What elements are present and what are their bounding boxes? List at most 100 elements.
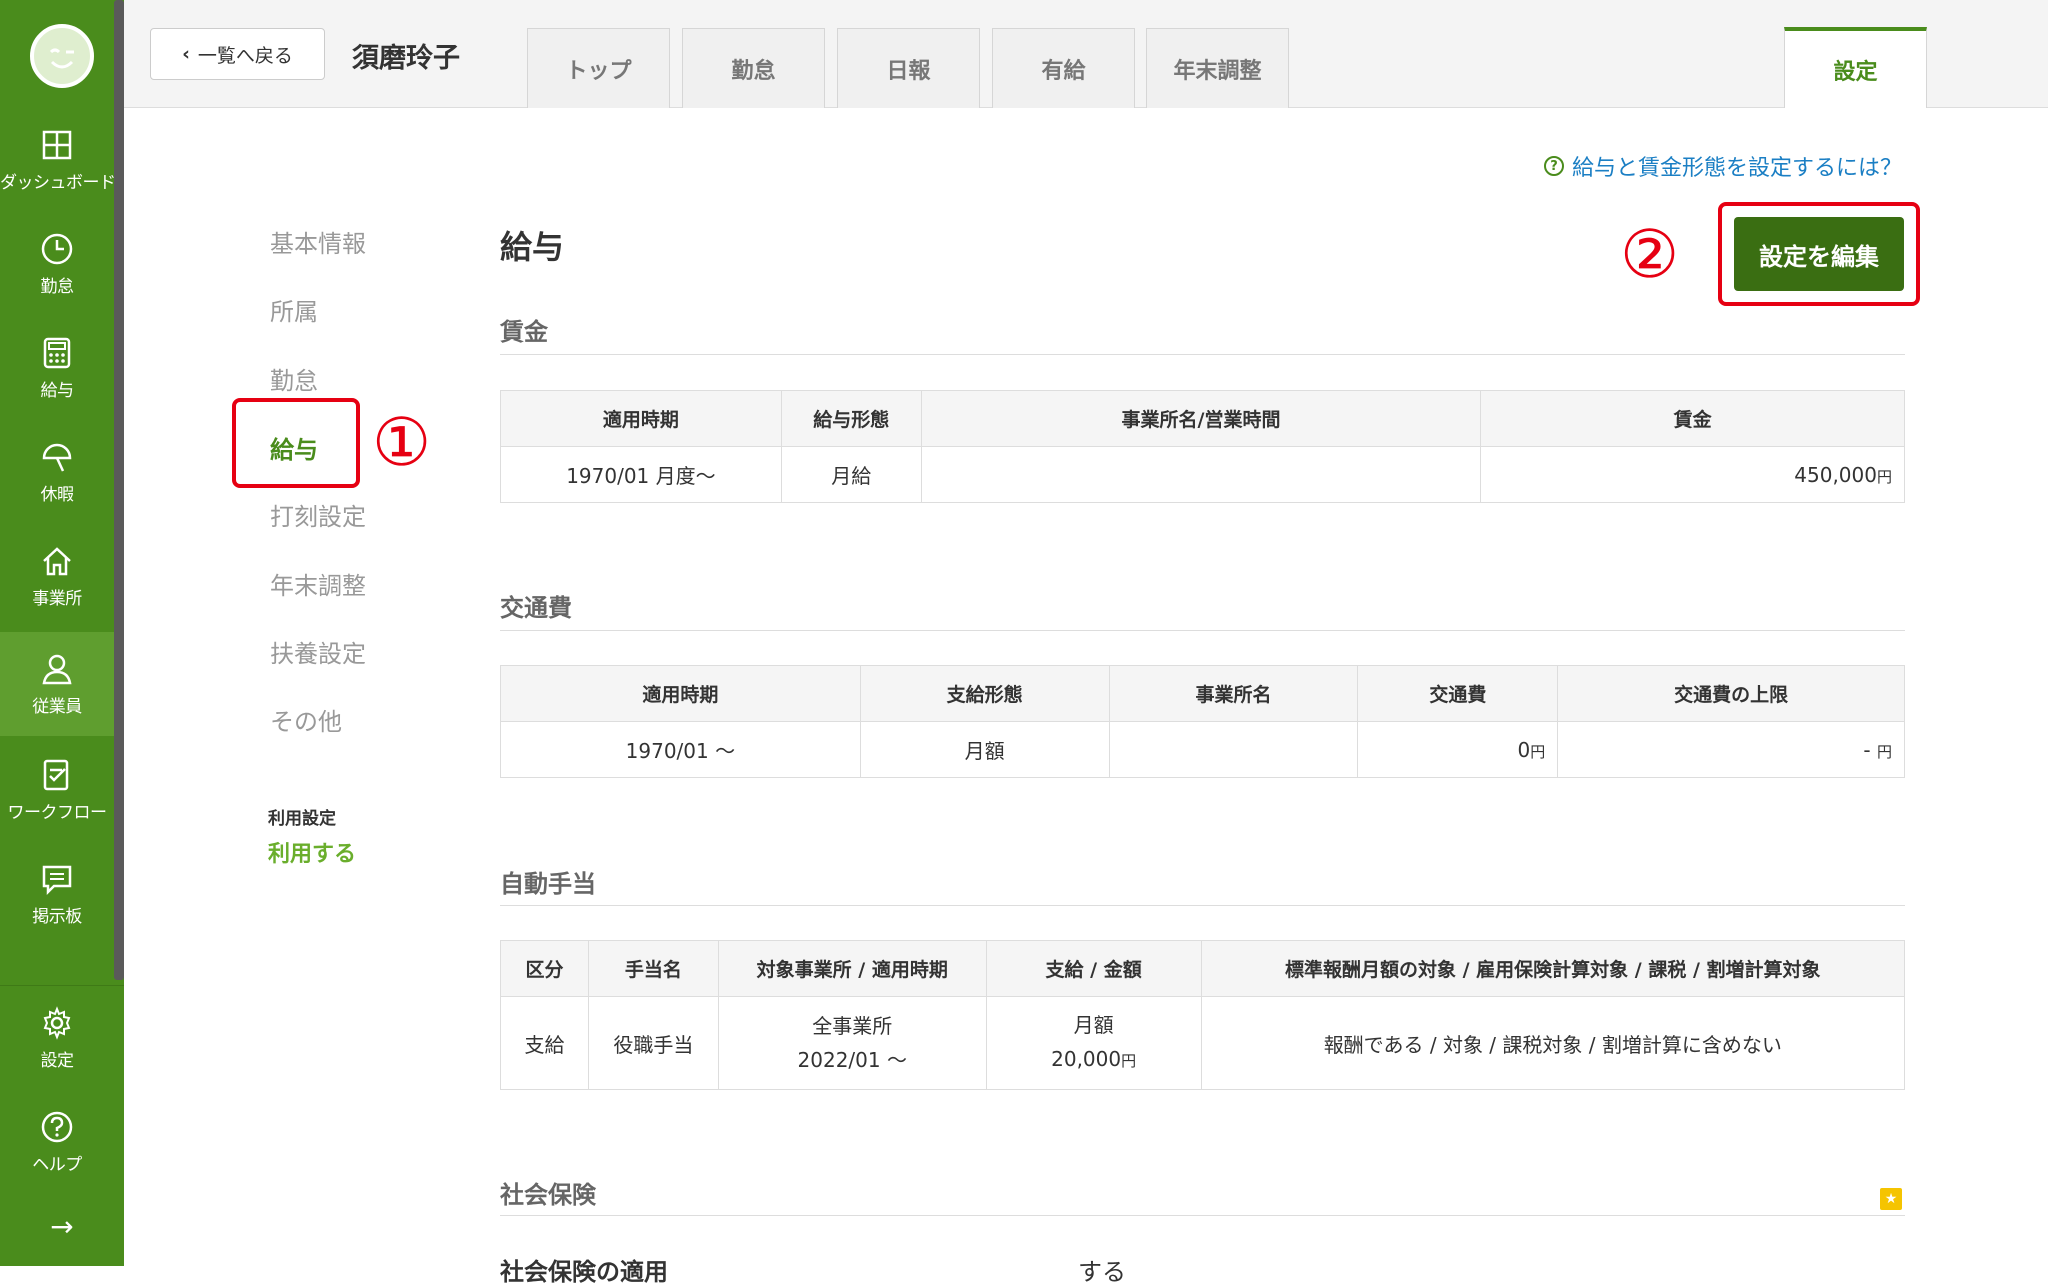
question-icon: ? (1543, 156, 1564, 176)
allowance-amount-cell: 月額 20,000円 (985, 996, 1202, 1090)
annotation-box-1 (232, 398, 360, 488)
transport-amount-cell: 0円 (1357, 721, 1559, 778)
table-row: 1970/01 〜 月額 0円 - 円 (500, 721, 1905, 778)
social-insurance-row-label: 社会保険の適用 (500, 1258, 668, 1286)
sidebar-item-label: 従業員 (32, 697, 82, 717)
sidebar-item-board[interactable]: 掲示板 (0, 862, 114, 966)
tab-paid-leave[interactable]: 有給 (992, 28, 1135, 108)
section-title-transport: 交通費 (500, 594, 572, 622)
submenu-affiliation[interactable]: 所属 (270, 292, 318, 327)
section-divider (500, 354, 1905, 355)
tab-settings[interactable]: 設定 (1784, 27, 1927, 108)
allowance-name-cell: 役職手当 (587, 996, 719, 1090)
help-link-label: 給与と賃金形態を設定するには？ (1571, 156, 1902, 181)
gear-icon (43, 1006, 71, 1040)
column-header: 適用時期 (500, 665, 861, 722)
transport-limit: - (1863, 737, 1877, 762)
sidebar-item-label: 設定 (40, 1051, 75, 1071)
table-header-row: 適用時期 支給形態 事業所名 交通費 交通費の上限 (500, 665, 1905, 722)
column-header: 交通費 (1357, 665, 1559, 722)
wage-amount-cell: 450,000円 (1480, 446, 1905, 503)
usage-setting-value: 利用する (268, 842, 357, 867)
allowance-office: 全事業所 (812, 1014, 893, 1038)
wage-period-cell: 1970/01 月度〜 (500, 446, 782, 503)
sidebar-item-dashboard[interactable]: ダッシュボード (0, 128, 116, 232)
expand-sidebar-arrow-icon[interactable]: → (0, 1210, 124, 1243)
yen-unit: 円 (1876, 467, 1892, 486)
calculator-icon (43, 337, 71, 369)
tab-daily-report[interactable]: 日報 (837, 28, 980, 108)
column-header: 支給 / 金額 (985, 940, 1202, 997)
column-header: 対象事業所 / 適用時期 (717, 940, 987, 997)
column-header: 手当名 (587, 940, 719, 997)
column-header: 事業所名/営業時間 (920, 390, 1482, 447)
transport-office-cell (1108, 721, 1359, 778)
column-header: 事業所名 (1108, 665, 1359, 722)
transport-amount: 0 (1517, 737, 1531, 762)
person-icon (42, 654, 72, 685)
star-icon: ★ (1880, 1188, 1902, 1210)
sidebar-item-label: ワークフロー (7, 803, 108, 823)
column-header: 標準報酬月額の対象 / 雇用保険計算対象 / 課税 / 割増計算対象 (1200, 940, 1906, 997)
allowance-table: 区分 手当名 対象事業所 / 適用時期 支給 / 金額 標準報酬月額の対象 / … (500, 940, 1906, 1090)
column-header: 賃金 (1480, 390, 1905, 447)
tab-attendance[interactable]: 勤怠 (682, 28, 825, 108)
sidebar-item-attendance[interactable]: 勤怠 (0, 232, 114, 336)
table-header-row: 適用時期 給与形態 事業所名/営業時間 賃金 (500, 390, 1905, 447)
sidebar: ダッシュボード 勤怠 給与 休暇 事業所 従業員 ワークフロー 掲示板 設定 ヘ… (0, 0, 124, 1266)
wage-table: 適用時期 給与形態 事業所名/営業時間 賃金 1970/01 月度〜 月給 45… (500, 390, 1905, 503)
sidebar-item-leave[interactable]: 休暇 (0, 440, 114, 544)
employee-name: 須磨玲子 (352, 43, 460, 74)
sidebar-item-label: 事業所 (32, 589, 82, 609)
submenu-attendance[interactable]: 勤怠 (270, 361, 318, 396)
back-button-label: 一覧へ戻る (197, 44, 293, 67)
table-header-row: 区分 手当名 対象事業所 / 適用時期 支給 / 金額 標準報酬月額の対象 / … (500, 940, 1906, 997)
edit-settings-button[interactable]: 設定を編集 (1734, 217, 1904, 291)
annotation-number-1: ① (372, 404, 432, 481)
app-logo-icon[interactable] (30, 24, 94, 88)
submenu-year-end[interactable]: 年末調整 (270, 566, 366, 601)
help-circle-icon (41, 1111, 73, 1143)
message-icon (42, 865, 72, 896)
allowance-period: 2022/01 〜 (797, 1048, 907, 1072)
tab-year-end-adjustment[interactable]: 年末調整 (1146, 28, 1289, 108)
sidebar-item-label: ヘルプ (32, 1155, 82, 1175)
section-divider (500, 1215, 1905, 1216)
column-header: 交通費の上限 (1557, 665, 1905, 722)
submenu-basic-info[interactable]: 基本情報 (270, 224, 366, 259)
clock-icon (41, 233, 73, 265)
back-to-list-button[interactable]: ‹ 一覧へ戻る (150, 28, 325, 80)
table-row: 支給 役職手当 全事業所 2022/01 〜 月額 20,000円 報酬である … (500, 996, 1906, 1090)
transport-table: 適用時期 支給形態 事業所名 交通費 交通費の上限 1970/01 〜 月額 0… (500, 665, 1905, 778)
section-title-wage: 賃金 (500, 318, 548, 346)
allowance-amount: 20,000 (1051, 1047, 1122, 1071)
yen-unit: 円 (1876, 742, 1892, 761)
tab-top[interactable]: トップ (527, 28, 670, 108)
sidebar-item-payroll[interactable]: 給与 (0, 336, 114, 440)
umbrella-icon (42, 443, 72, 472)
sidebar-item-workflow[interactable]: ワークフロー (0, 758, 114, 862)
annotation-number-2: ② (1620, 216, 1680, 293)
column-header: 適用時期 (500, 390, 782, 447)
section-divider (500, 630, 1905, 631)
submenu-dependents[interactable]: 扶養設定 (270, 634, 366, 669)
page-title: 給与 (500, 228, 565, 266)
allowance-pay-type: 月額 (1073, 1013, 1114, 1037)
submenu-other[interactable]: その他 (270, 702, 342, 737)
social-insurance-row-value: する (1078, 1258, 1126, 1286)
yen-unit: 円 (1530, 742, 1546, 761)
sidebar-item-settings[interactable]: 設定 (0, 1006, 114, 1110)
allowance-flags-cell: 報酬である / 対象 / 課税対象 / 割増計算に含めない (1200, 996, 1906, 1090)
sidebar-item-label: 給与 (40, 381, 75, 401)
yen-unit: 円 (1121, 1052, 1137, 1070)
sidebar-item-help[interactable]: ヘルプ (0, 1110, 114, 1214)
chevron-left-icon: ‹ (182, 43, 190, 65)
sidebar-item-label: 勤怠 (40, 277, 75, 297)
column-header: 区分 (500, 940, 589, 997)
submenu-stamp-settings[interactable]: 打刻設定 (270, 497, 366, 532)
column-header: 給与形態 (780, 390, 922, 447)
sidebar-item-employees[interactable]: 従業員 (0, 632, 114, 736)
wage-amount: 450,000 (1794, 462, 1877, 487)
sidebar-scrollbar[interactable] (114, 0, 124, 980)
help-link[interactable]: ? 給与と賃金形態を設定するには？ (1543, 150, 1902, 182)
